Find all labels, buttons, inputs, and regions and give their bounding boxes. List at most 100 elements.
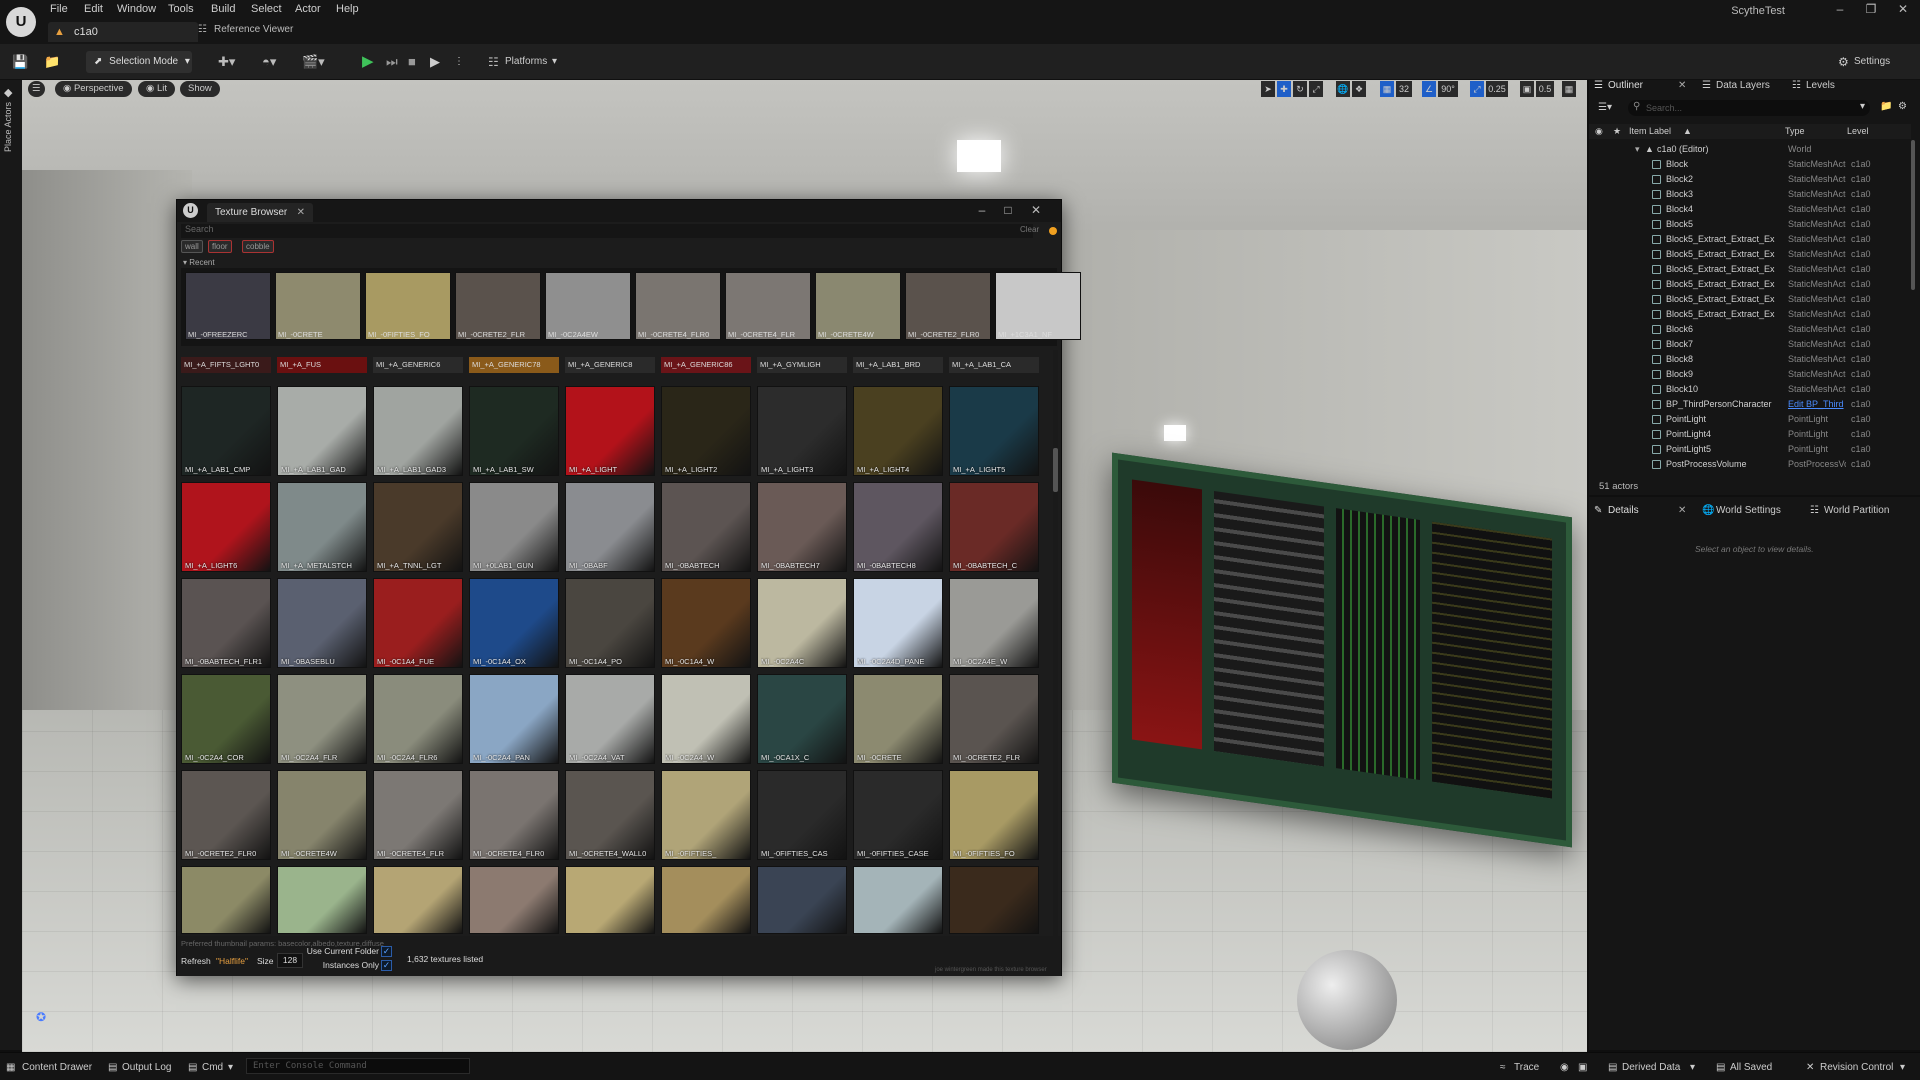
header-type[interactable]: Type <box>1785 126 1805 136</box>
record-icon[interactable]: ◉ <box>1560 1062 1569 1073</box>
scrollbar-thumb[interactable] <box>1053 448 1058 492</box>
chevron-down-icon[interactable]: ▾ <box>1860 101 1865 112</box>
recent-texture-thumb[interactable]: MI_-0CRETE4_FLR <box>725 272 811 340</box>
recent-texture-thumb[interactable]: MI_-0CRETE4_FLR0 <box>635 272 721 340</box>
refresh-button[interactable]: Refresh <box>181 956 211 966</box>
texture-grid-scrollbar[interactable] <box>1053 350 1058 950</box>
texture-thumb[interactable]: MI_+A_METALSTCH <box>277 482 367 572</box>
outliner-row[interactable]: Block3 StaticMeshActor c1a0 <box>1589 187 1911 202</box>
viewport-menu-icon[interactable]: ☰ <box>28 81 45 97</box>
texture-thumb[interactable]: MI_-0CRETE4_FLR0 <box>469 770 559 860</box>
filter-chip-floor[interactable]: floor <box>208 240 232 253</box>
level-tab[interactable]: ▲ c1a0 <box>48 22 198 42</box>
texture-thumb-partial[interactable]: MI_+A_LAB1_BRD <box>853 357 943 373</box>
cinematics-icon[interactable]: 🎬▾ <box>302 52 325 72</box>
scale-snap-value[interactable]: 0.25 <box>1486 81 1508 97</box>
texture-thumb[interactable] <box>757 866 847 934</box>
texture-thumb[interactable] <box>373 866 463 934</box>
more-options-icon[interactable]: ⋮ <box>454 52 464 72</box>
texture-thumb[interactable]: MI_-0CRETE2_FLR <box>949 674 1039 764</box>
output-log-button[interactable]: Output Log <box>122 1062 171 1073</box>
filter-icon[interactable]: ☰▾ <box>1598 102 1612 113</box>
texture-thumb[interactable] <box>853 866 943 934</box>
derived-data-button[interactable]: Derived Data <box>1622 1062 1680 1073</box>
lit-button[interactable]: ◉ Lit <box>138 81 175 97</box>
texture-thumb[interactable]: MI_-0C2A4_COR <box>181 674 271 764</box>
texture-thumb[interactable]: MI_+A_LIGHT <box>565 386 655 476</box>
viewport-layout-icon[interactable]: ▦ <box>1562 81 1576 97</box>
texture-thumb[interactable]: MI_-0C2A4_VAT <box>565 674 655 764</box>
scale-tool-icon[interactable]: ⤢ <box>1309 81 1323 97</box>
texture-thumb[interactable]: MI_+A_LAB1_CMP <box>181 386 271 476</box>
perspective-button[interactable]: ◉ Perspective <box>55 81 132 97</box>
step-icon[interactable]: ⏭ <box>386 52 398 72</box>
save-icon[interactable]: 💾 <box>12 52 28 72</box>
blueprint-icon[interactable]: ◓▾ <box>262 52 276 72</box>
expand-icon[interactable]: ▾ <box>1635 142 1640 157</box>
texture-thumb-partial[interactable]: MI_+A_GENERIC86 <box>661 357 751 373</box>
platforms-dropdown[interactable]: Platforms <box>505 52 547 72</box>
texture-thumb[interactable]: MI_-0BABTECH7 <box>757 482 847 572</box>
texture-thumb[interactable]: MI_-0C1A4_OX <box>469 578 559 668</box>
texture-thumb[interactable] <box>949 866 1039 934</box>
texture-thumb-partial[interactable]: MI_+A_GENERIC78 <box>469 357 559 373</box>
minimize-icon[interactable]: – <box>1825 2 1855 18</box>
texture-thumb-partial[interactable]: MI_+A_FIFTS_LGHT0 <box>181 357 271 373</box>
texture-thumb[interactable]: MI_-0BABF <box>565 482 655 572</box>
outliner-row[interactable]: PointLight PointLight c1a0 <box>1589 412 1911 427</box>
thumbnail-size-input[interactable]: 128 <box>277 953 303 968</box>
outliner-row[interactable]: BP_ThirdPersonCharacter Edit BP_Third c1a0 <box>1589 397 1911 412</box>
header-level[interactable]: Level <box>1847 126 1869 136</box>
texture-thumb[interactable]: MI_-0C2A4_FLR6 <box>373 674 463 764</box>
visibility-icon[interactable]: ◉ <box>1595 126 1603 137</box>
outliner-row[interactable]: Block5_Extract_Extract_Ex StaticMeshActor… <box>1589 232 1911 247</box>
texture-thumb-partial[interactable]: MI_+A_GENERIC6 <box>373 357 463 373</box>
texture-thumb[interactable] <box>469 866 559 934</box>
recent-texture-thumb[interactable]: MI_-0FREEZERC <box>185 272 271 340</box>
outliner-row[interactable]: Block5_Extract_Extract_Ex StaticMeshActor… <box>1589 292 1911 307</box>
texture-thumb[interactable] <box>565 866 655 934</box>
texture-thumb[interactable]: MI_-0C2A4E_W <box>949 578 1039 668</box>
outliner-row[interactable]: PostProcessVolume PostProcessVolume c1a0 <box>1589 457 1911 472</box>
tab-world-partition[interactable]: World Partition <box>1824 505 1889 516</box>
add-actor-icon[interactable]: ✚▾ <box>218 52 235 72</box>
texture-thumb[interactable]: MI_-0FIFTIES_CASE <box>853 770 943 860</box>
texture-thumb[interactable]: MI_-0C2A4_FLR <box>277 674 367 764</box>
unreal-logo-icon[interactable]: U <box>6 7 36 37</box>
texture-thumb[interactable] <box>661 866 751 934</box>
rotation-snap-value[interactable]: 90° <box>1438 81 1458 97</box>
texture-thumb[interactable]: MI_-0C2A4C <box>757 578 847 668</box>
texture-thumb[interactable]: MI_-0FIFTIES_ <box>661 770 751 860</box>
outliner-scrollbar[interactable] <box>1911 140 1915 290</box>
texture-thumb[interactable]: MI_-0BABTECH_FLR1 <box>181 578 271 668</box>
rotation-snap-icon[interactable]: ∠ <box>1422 81 1436 97</box>
star-icon[interactable]: ★ <box>1613 126 1621 137</box>
place-actors-icon[interactable]: ◆ <box>4 86 12 99</box>
console-command-input[interactable]: Enter Console Command <box>246 1058 470 1074</box>
tab-levels[interactable]: Levels <box>1806 80 1835 91</box>
revision-control-button[interactable]: Revision Control <box>1820 1062 1893 1073</box>
texture-thumb[interactable]: MI_-0CRETE <box>853 674 943 764</box>
outliner-row[interactable]: Block5_Extract_Extract_Ex StaticMeshActor… <box>1589 307 1911 322</box>
play-icon[interactable]: ▶ <box>362 52 374 72</box>
trace-dropdown[interactable]: Trace <box>1514 1062 1539 1073</box>
texture-thumb[interactable]: MI_+A_LAB1_GAD3 <box>373 386 463 476</box>
maximize-icon[interactable]: □ <box>997 203 1019 217</box>
settings-button[interactable]: Settings <box>1854 52 1890 72</box>
translate-tool-icon[interactable]: ✚ <box>1277 81 1291 97</box>
close-tab-icon[interactable]: ✕ <box>1678 505 1686 516</box>
outliner-row[interactable]: Block5_Extract_Extract_Ex StaticMeshActor… <box>1589 247 1911 262</box>
outliner-row[interactable]: Block2 StaticMeshActor c1a0 <box>1589 172 1911 187</box>
outliner-row[interactable]: Block7 StaticMeshActor c1a0 <box>1589 337 1911 352</box>
filter-chip-cobble[interactable]: cobble <box>242 240 274 253</box>
texture-thumb[interactable]: MI_+A_LIGHT4 <box>853 386 943 476</box>
texture-thumb[interactable]: MI_+A_LAB1_SW <box>469 386 559 476</box>
menu-tools[interactable]: Tools <box>168 3 194 15</box>
outliner-root-row[interactable]: ▾ ▲ c1a0 (Editor) World <box>1589 142 1911 157</box>
texture-thumb[interactable]: MI_-0CA1X_C <box>757 674 847 764</box>
gear-icon[interactable]: ⚙ <box>1898 101 1907 112</box>
texture-thumb[interactable]: MI_+A_LIGHT2 <box>661 386 751 476</box>
texture-thumb[interactable]: MI_-0FIFTIES_CAS <box>757 770 847 860</box>
outliner-row[interactable]: Block8 StaticMeshActor c1a0 <box>1589 352 1911 367</box>
cmd-dropdown[interactable]: Cmd <box>202 1062 223 1073</box>
